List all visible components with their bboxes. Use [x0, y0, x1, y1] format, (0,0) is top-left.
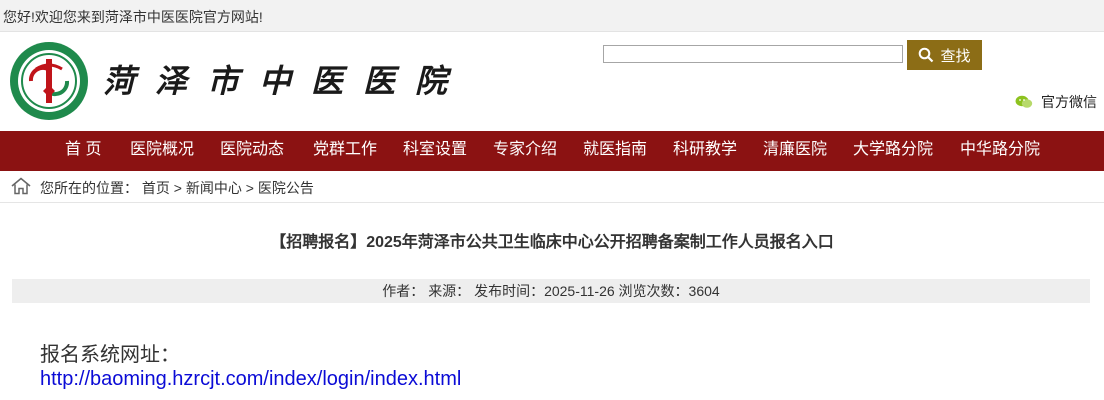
nav-item-home[interactable]: 首 页: [65, 131, 101, 171]
nav-item-overview[interactable]: 医院概况: [130, 131, 194, 171]
breadcrumb-separator: >: [245, 180, 254, 196]
publish-date: 2025-11-26: [544, 283, 615, 299]
search-button[interactable]: 查找: [907, 40, 982, 70]
search-icon: [919, 47, 934, 63]
nav-item-departments[interactable]: 科室设置: [403, 131, 467, 171]
breadcrumb-separator: >: [173, 180, 182, 196]
views-label: 浏览次数：: [618, 283, 689, 299]
wechat-icon: [1015, 95, 1033, 108]
site-header: 菏泽市中医医院 查找 官方微信: [0, 32, 1104, 131]
nav-item-research[interactable]: 科研教学: [673, 131, 737, 171]
search-button-label: 查找: [940, 47, 971, 65]
main-navigation: 首 页 医院概况 医院动态 党群工作 科室设置 专家介绍 就医指南 科研教学 清…: [0, 131, 1104, 171]
nav-item-guide[interactable]: 就医指南: [583, 131, 647, 171]
nav-item-zhonghua-branch[interactable]: 中华路分院: [960, 131, 1040, 171]
breadcrumb-home[interactable]: 首页: [142, 180, 170, 196]
breadcrumb: 您所在的位置： 首页 > 新闻中心 > 医院公告: [0, 171, 1104, 203]
article-body-text: 报名系统网址：: [40, 344, 180, 366]
registration-link[interactable]: http://baoming.hzrcjt.com/index/login/in…: [40, 368, 461, 391]
hospital-logo-emblem[interactable]: [9, 41, 89, 121]
nav-item-news[interactable]: 医院动态: [220, 131, 284, 171]
nav-item-integrity[interactable]: 清廉医院: [763, 131, 827, 171]
breadcrumb-prefix: 您所在的位置：: [40, 180, 138, 196]
top-welcome-bar: 您好!欢迎您来到菏泽市中医医院官方网站!: [0, 0, 1104, 32]
wechat-link[interactable]: 官方微信: [1015, 92, 1097, 112]
hospital-logo-text[interactable]: 菏泽市中医医院: [103, 56, 467, 102]
source-label: 来源：: [428, 283, 471, 299]
welcome-text: 您好!欢迎您来到菏泽市中医医院官方网站!: [3, 9, 263, 25]
article-meta: 作者： 来源： 发布时间：2025-11-26 浏览次数：3604: [12, 279, 1090, 303]
breadcrumb-announcements[interactable]: 医院公告: [258, 180, 314, 196]
search-input[interactable]: [603, 45, 903, 63]
nav-item-daxue-branch[interactable]: 大学路分院: [853, 131, 933, 171]
nav-item-party[interactable]: 党群工作: [313, 131, 377, 171]
view-count: 3604: [688, 283, 720, 299]
article-title: 【招聘报名】2025年菏泽市公共卫生临床中心公开招聘备案制工作人员报名入口: [270, 234, 834, 251]
date-label: 发布时间：: [474, 283, 545, 299]
home-icon: [11, 177, 31, 195]
author-label: 作者：: [382, 283, 425, 299]
breadcrumb-news-center[interactable]: 新闻中心: [186, 180, 242, 196]
nav-item-experts[interactable]: 专家介绍: [493, 131, 557, 171]
wechat-label: 官方微信: [1041, 94, 1097, 110]
